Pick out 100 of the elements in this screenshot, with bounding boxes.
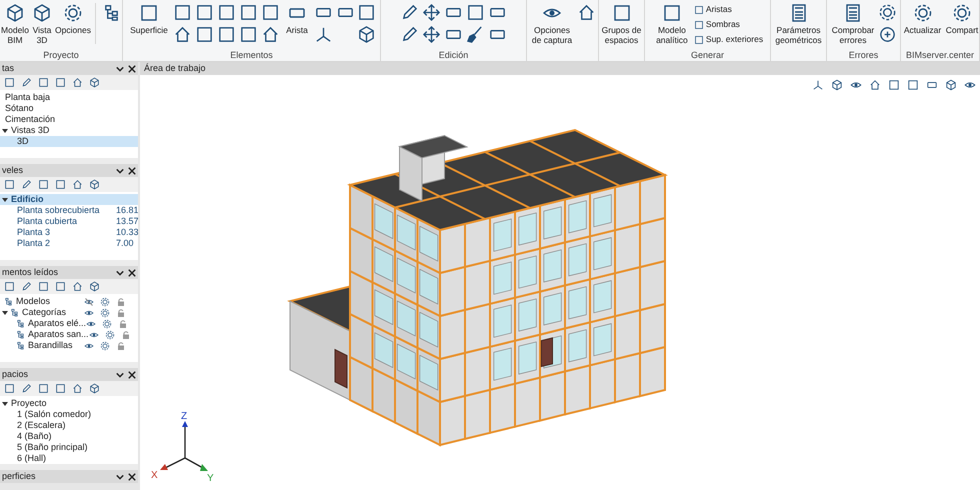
close-icon[interactable] xyxy=(128,370,136,378)
expanded-arrow-icon[interactable] xyxy=(2,400,8,406)
ribbon-button[interactable]: Actualizar xyxy=(902,3,944,35)
hidden-eye-icon[interactable] xyxy=(84,296,94,306)
house-icon[interactable] xyxy=(577,3,596,22)
small-ribbon-button[interactable]: Sombras xyxy=(694,18,764,31)
toolbar-icon[interactable] xyxy=(72,281,83,292)
toolbar-icon[interactable] xyxy=(21,383,32,394)
tree-item[interactable]: Aparatos elé... xyxy=(0,318,138,329)
gear-icon[interactable] xyxy=(102,318,112,328)
toolbar-icon[interactable] xyxy=(55,383,66,394)
move-arrows-icon[interactable] xyxy=(422,3,441,22)
lock-icon[interactable] xyxy=(116,296,126,306)
ribbon-button[interactable]: Modelo BIM xyxy=(1,3,29,45)
small-ribbon-button[interactable]: Aristas xyxy=(694,3,764,16)
toolbar-icon[interactable] xyxy=(4,281,15,292)
square-icon[interactable] xyxy=(139,3,159,23)
toolbar-icon[interactable] xyxy=(21,179,32,190)
tree-item[interactable]: Proyecto xyxy=(0,398,138,409)
chevron-down-icon[interactable] xyxy=(116,64,124,72)
toolbar-icon[interactable] xyxy=(55,179,66,190)
square-icon[interactable] xyxy=(195,25,214,44)
close-icon[interactable] xyxy=(128,64,136,72)
small-ribbon-button[interactable]: Sup. exteriores xyxy=(694,33,764,46)
toolbar-icon[interactable] xyxy=(4,77,15,88)
tree-item[interactable]: Planta baja xyxy=(0,92,138,103)
gear-icon[interactable] xyxy=(100,340,110,350)
toolbar-icon[interactable] xyxy=(38,383,49,394)
category-icon[interactable] xyxy=(10,308,19,317)
tree-item[interactable]: Planta cubierta 13.57 xyxy=(0,216,138,227)
square-icon[interactable] xyxy=(888,79,900,91)
tree-item[interactable]: Categorías xyxy=(0,307,138,318)
category-icon[interactable] xyxy=(16,330,25,339)
house-icon[interactable] xyxy=(261,25,280,44)
gear-icon[interactable] xyxy=(63,3,83,23)
toolbar-icon[interactable] xyxy=(89,77,100,88)
ribbon-button[interactable]: Grupos de espacios xyxy=(600,3,642,45)
tree-item[interactable]: Barandillas xyxy=(0,340,138,351)
axes-icon[interactable] xyxy=(812,79,824,91)
expanded-arrow-icon[interactable] xyxy=(2,196,8,202)
tree-item[interactable]: 6 (Hall) xyxy=(0,453,138,464)
toolbar-icon[interactable] xyxy=(72,179,83,190)
category-icon[interactable] xyxy=(4,297,13,306)
toolbar-icon[interactable] xyxy=(21,77,32,88)
house-icon[interactable] xyxy=(173,25,192,44)
small-icon[interactable] xyxy=(694,4,704,14)
tree-item[interactable]: 4 (Baño) xyxy=(0,431,138,442)
tree-item[interactable]: 2 (Escalera) xyxy=(0,420,138,431)
square-icon[interactable] xyxy=(173,3,192,22)
close-icon[interactable] xyxy=(128,166,136,174)
pencil-icon[interactable] xyxy=(400,3,419,22)
chevron-down-icon[interactable] xyxy=(116,370,124,378)
close-icon[interactable] xyxy=(128,268,136,276)
expanded-arrow-icon[interactable] xyxy=(2,310,8,316)
tree-item[interactable]: Modelos xyxy=(0,296,138,307)
ribbon-button[interactable]: Parámetros geométricos xyxy=(772,3,824,45)
toolbar-icon[interactable] xyxy=(55,281,66,292)
tree-item[interactable]: Vistas 3D xyxy=(0,125,138,136)
ribbon-button[interactable]: Vista 3D xyxy=(31,3,53,45)
category-icon[interactable] xyxy=(16,341,25,350)
tree-item[interactable]: 5 (Baño principal) xyxy=(0,442,138,453)
toolbar-icon[interactable] xyxy=(89,281,100,292)
ribbon-button[interactable]: Opciones xyxy=(55,3,91,35)
toolbar-icon[interactable] xyxy=(38,77,49,88)
square-icon[interactable] xyxy=(195,3,214,22)
lock-icon[interactable] xyxy=(120,330,131,340)
ribbon-button[interactable]: Compart xyxy=(946,3,978,35)
cube-icon[interactable] xyxy=(32,3,52,23)
toolbar-icon[interactable] xyxy=(4,179,15,190)
tree-item[interactable]: Sótano xyxy=(0,103,138,114)
small-icon[interactable] xyxy=(694,20,704,30)
toolbar-icon[interactable] xyxy=(21,281,32,292)
move-arrows-icon[interactable] xyxy=(422,25,441,44)
chevron-down-icon[interactable] xyxy=(116,268,124,276)
tree-item[interactable]: Planta sobrecubierta 16.81 xyxy=(0,205,138,216)
gear-icon[interactable] xyxy=(104,330,115,340)
tree-item[interactable]: Edificio xyxy=(0,194,138,205)
ribbon-button[interactable]: Modelo analítico xyxy=(652,3,692,45)
chevron-down-icon[interactable] xyxy=(116,166,124,174)
cube-icon[interactable] xyxy=(357,25,376,44)
square-icon[interactable] xyxy=(239,3,258,22)
tree-item[interactable]: 1 (Salón comedor) xyxy=(0,409,138,420)
chevron-down-icon[interactable] xyxy=(116,472,124,480)
square-icon[interactable] xyxy=(907,79,919,91)
toolbar-icon[interactable] xyxy=(89,383,100,394)
toolbar-icon[interactable] xyxy=(55,77,66,88)
small-icon[interactable] xyxy=(694,34,704,44)
cube-icon[interactable] xyxy=(831,79,843,91)
toolbar-icon[interactable] xyxy=(72,77,83,88)
ribbon-button[interactable]: Comprobar errores xyxy=(830,3,876,45)
category-icon[interactable] xyxy=(16,319,25,328)
tree-item[interactable]: Planta 3 10.33 xyxy=(0,227,138,238)
cube-icon[interactable] xyxy=(945,79,957,91)
hierarchy-icon[interactable] xyxy=(102,3,121,22)
lock-icon[interactable] xyxy=(116,308,126,318)
ribbon-button[interactable]: Opciones de captura xyxy=(529,3,575,45)
close-icon[interactable] xyxy=(128,472,136,480)
house-icon[interactable] xyxy=(869,79,881,91)
square-icon[interactable] xyxy=(217,3,236,22)
toolbar-icon[interactable] xyxy=(89,179,100,190)
